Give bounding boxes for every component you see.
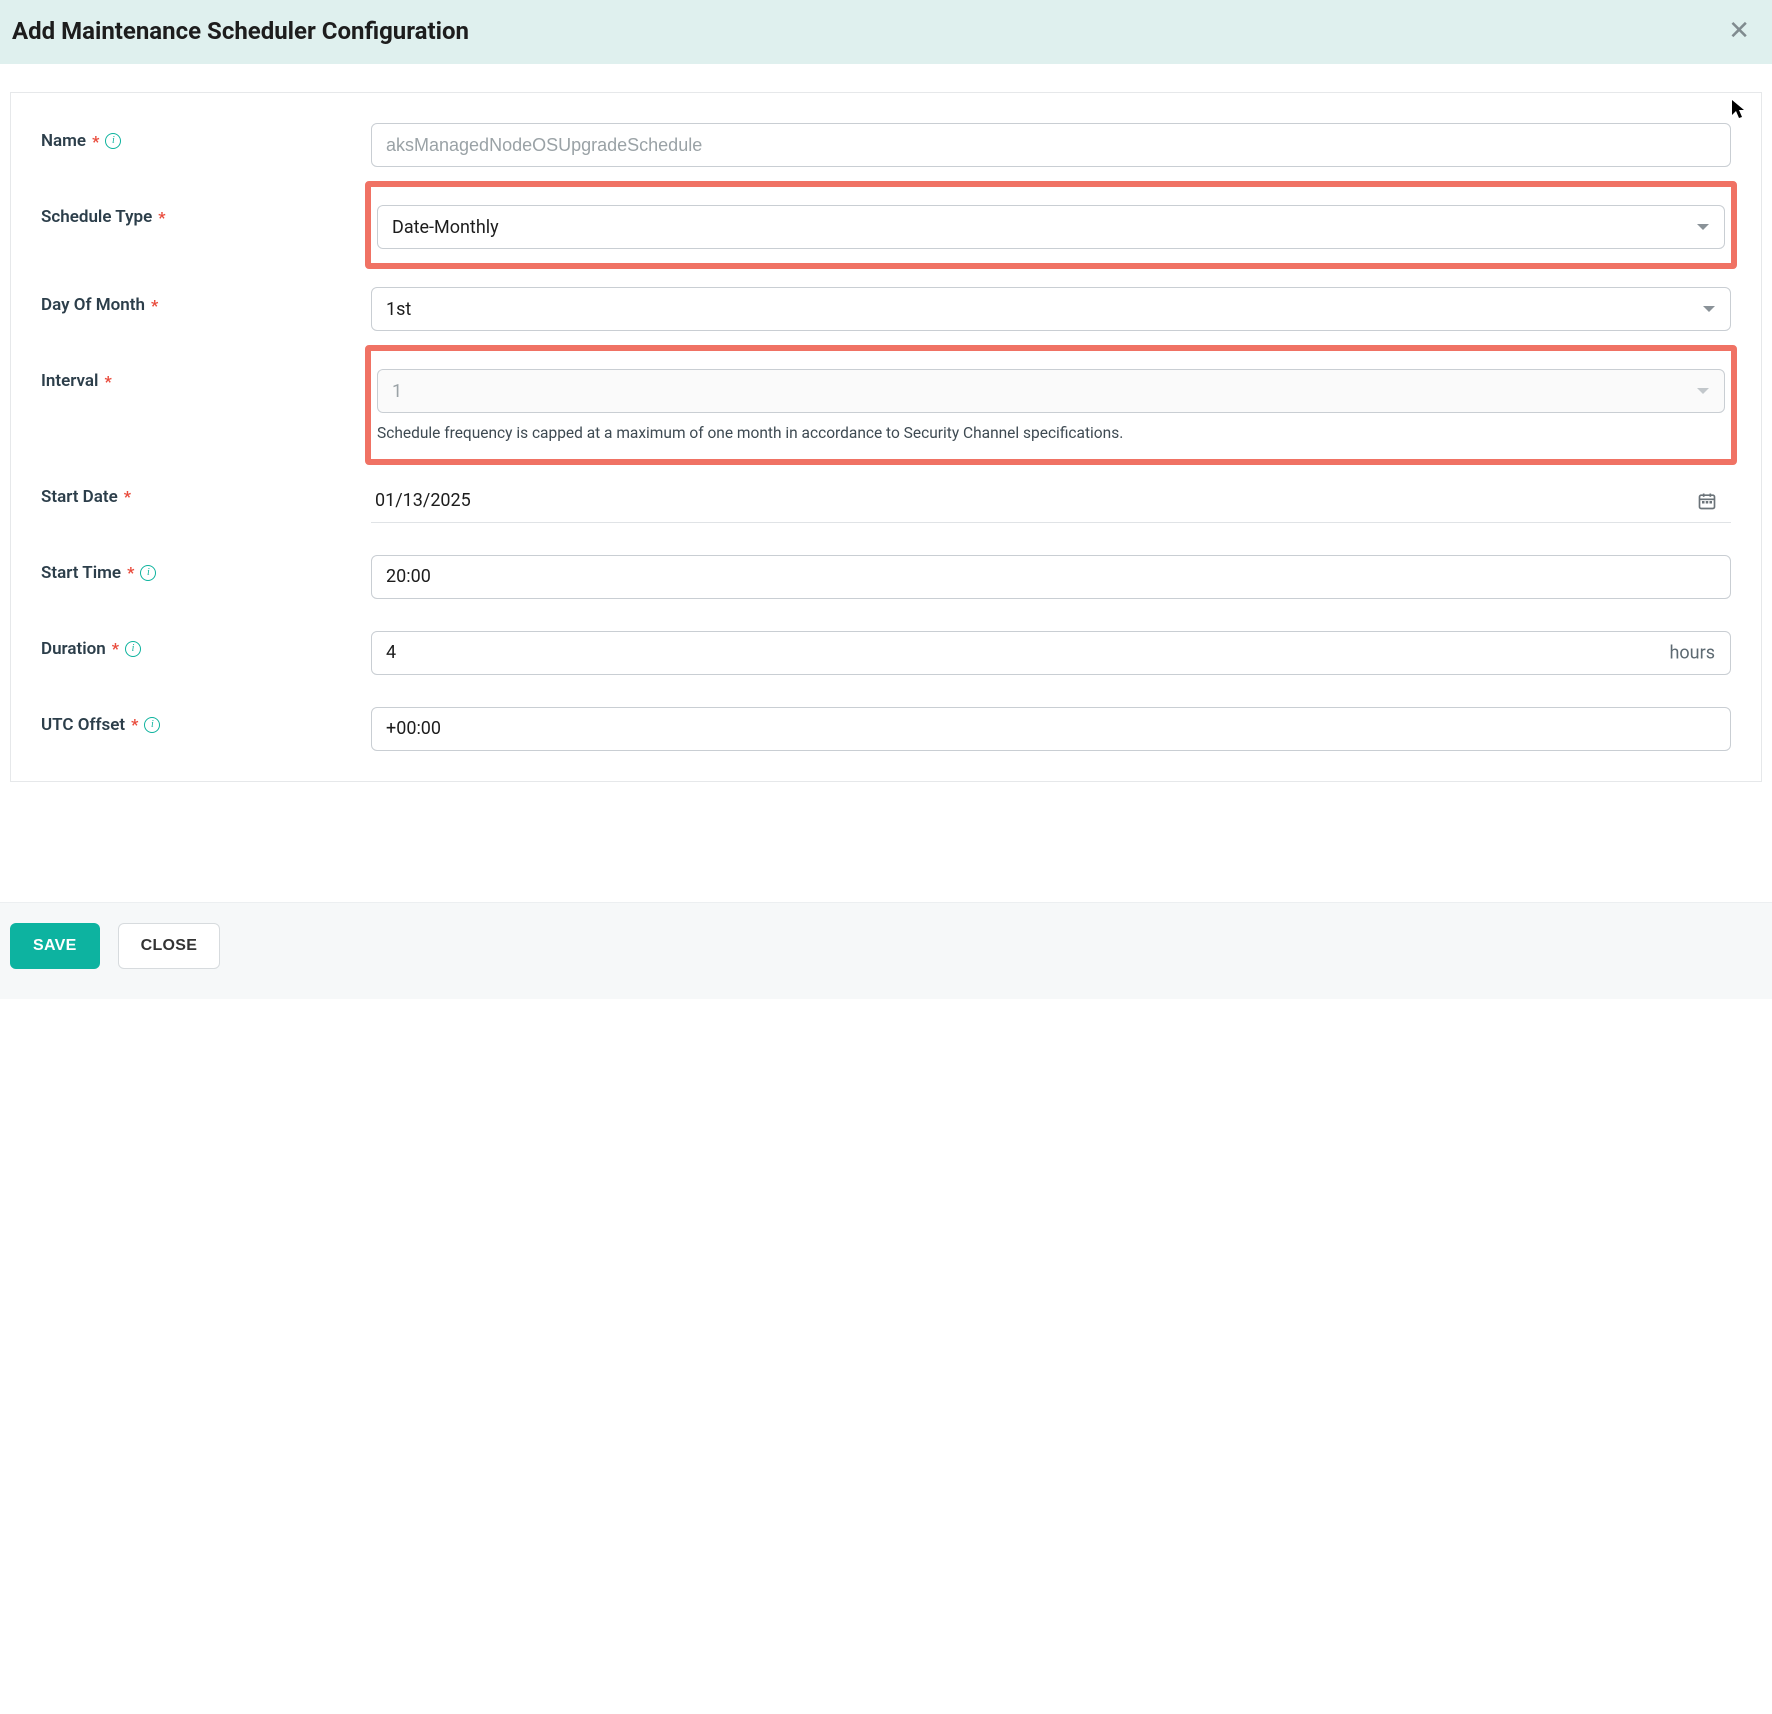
required-star: * [151, 296, 158, 315]
calendar-icon[interactable] [1697, 491, 1717, 511]
start-date-value: 01/13/2025 [375, 490, 471, 511]
close-icon[interactable]: ✕ [1724, 16, 1754, 46]
label-interval: Interval* [41, 363, 371, 391]
form-panel: Name* i Schedule Type* Date-Monthly [10, 92, 1762, 782]
name-input[interactable] [386, 135, 1690, 156]
start-time-input[interactable]: 20:00 [371, 555, 1731, 599]
field-name [371, 123, 1731, 167]
start-time-value: 20:00 [386, 566, 431, 587]
field-start-date: 01/13/2025 [371, 479, 1731, 523]
row-interval: Interval* 1 Schedule frequency is capped… [41, 363, 1731, 451]
day-of-month-value: 1st [386, 299, 411, 320]
info-icon[interactable]: i [144, 717, 160, 733]
required-star: * [92, 132, 99, 151]
required-star: * [131, 715, 138, 734]
day-of-month-select[interactable]: 1st [371, 287, 1731, 331]
name-input-wrap [371, 123, 1731, 167]
label-day-of-month: Day Of Month* [41, 287, 371, 315]
label-utc-offset: UTC Offset* i [41, 707, 371, 735]
highlight-interval: 1 Schedule frequency is capped at a maxi… [365, 345, 1737, 465]
field-schedule-type: Date-Monthly [371, 199, 1731, 255]
label-name: Name* i [41, 123, 371, 151]
field-day-of-month: 1st [371, 287, 1731, 331]
interval-select: 1 [377, 369, 1725, 413]
row-start-time: Start Time* i 20:00 [41, 555, 1731, 599]
label-duration: Duration* i [41, 631, 371, 659]
modal-add-maintenance-scheduler: Add Maintenance Scheduler Configuration … [0, 0, 1772, 999]
row-duration: Duration* i 4 hours [41, 631, 1731, 675]
utc-offset-value: +00:00 [386, 718, 441, 739]
duration-input[interactable]: 4 [371, 631, 1731, 675]
start-date-input[interactable]: 01/13/2025 [371, 479, 1731, 523]
required-star: * [158, 208, 165, 227]
cursor-icon [1731, 99, 1747, 124]
row-schedule-type: Schedule Type* Date-Monthly [41, 199, 1731, 255]
required-star: * [104, 372, 111, 391]
required-star: * [112, 639, 119, 658]
modal-header: Add Maintenance Scheduler Configuration … [0, 0, 1772, 64]
label-schedule-type: Schedule Type* [41, 199, 371, 227]
schedule-type-select[interactable]: Date-Monthly [377, 205, 1725, 249]
label-start-date: Start Date* [41, 479, 371, 507]
required-star: * [124, 487, 131, 506]
save-button[interactable]: SAVE [10, 923, 100, 969]
highlight-schedule-type: Date-Monthly [365, 181, 1737, 269]
close-button[interactable]: CLOSE [118, 923, 221, 969]
duration-value: 4 [386, 642, 396, 663]
interval-helper-text: Schedule frequency is capped at a maximu… [377, 423, 1725, 445]
row-day-of-month: Day Of Month* 1st [41, 287, 1731, 331]
schedule-type-value: Date-Monthly [392, 217, 499, 238]
info-icon[interactable]: i [105, 133, 121, 149]
field-start-time: 20:00 [371, 555, 1731, 599]
footer-bar: SAVE CLOSE [0, 902, 1772, 999]
required-star: * [127, 563, 134, 582]
info-icon[interactable]: i [125, 641, 141, 657]
row-name: Name* i [41, 123, 1731, 167]
utc-offset-input[interactable]: +00:00 [371, 707, 1731, 751]
row-utc-offset: UTC Offset* i +00:00 [41, 707, 1731, 751]
field-interval: 1 Schedule frequency is capped at a maxi… [371, 363, 1731, 451]
info-icon[interactable]: i [140, 565, 156, 581]
field-utc-offset: +00:00 [371, 707, 1731, 751]
modal-title: Add Maintenance Scheduler Configuration [12, 17, 469, 45]
field-duration: 4 hours [371, 631, 1731, 675]
row-start-date: Start Date* 01/13/2025 [41, 479, 1731, 523]
interval-value: 1 [392, 381, 402, 402]
label-start-time: Start Time* i [41, 555, 371, 583]
